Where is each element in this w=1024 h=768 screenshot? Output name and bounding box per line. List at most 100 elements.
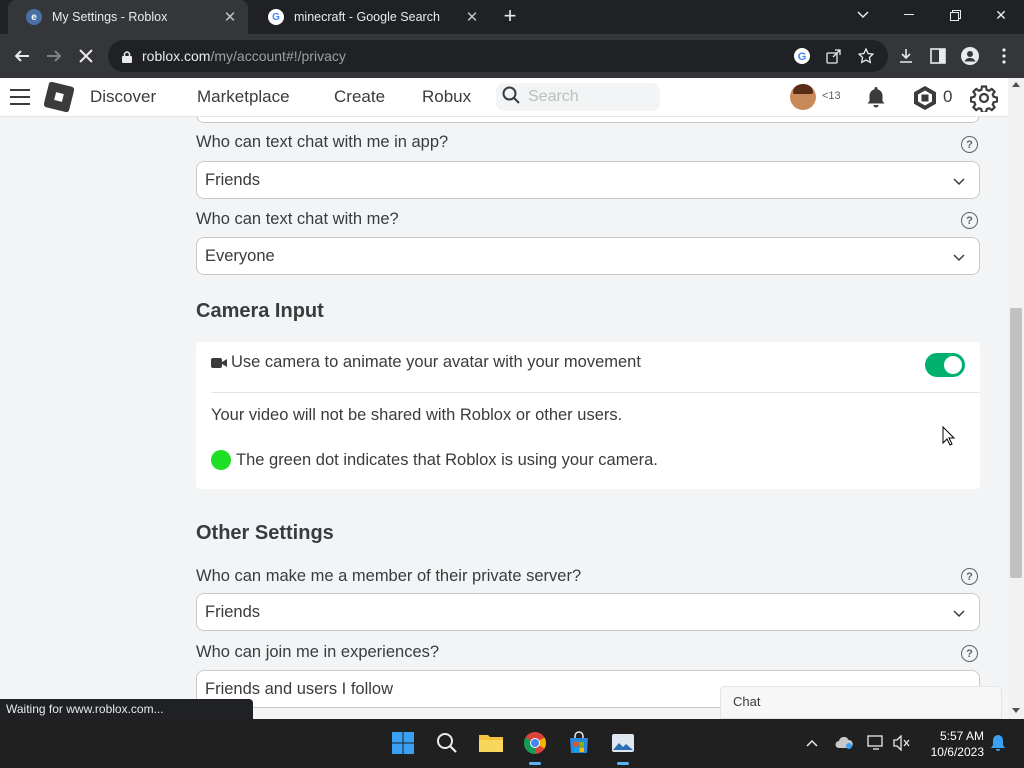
private-server-label: Who can make me a member of their privat… [196, 567, 582, 585]
hamburger-menu-icon[interactable] [10, 89, 30, 105]
url-text: roblox.com/my/account#!/privacy [142, 48, 346, 64]
new-tab-button[interactable]: + [500, 5, 520, 28]
help-icon[interactable]: ? [961, 568, 978, 585]
chat-dropdown[interactable]: Everyone [196, 237, 980, 275]
chat-label: Chat [733, 694, 761, 709]
camera-toggle-switch[interactable] [925, 353, 965, 377]
robux-icon[interactable] [912, 85, 938, 111]
scroll-down-arrow-icon[interactable] [1012, 708, 1020, 713]
nav-discover[interactable]: Discover [90, 87, 156, 107]
download-icon[interactable] [896, 46, 916, 66]
show-hidden-icons-chevron-icon[interactable] [802, 733, 822, 753]
bookmark-star-icon[interactable] [856, 46, 876, 66]
url-path: /my/account#!/privacy [210, 48, 346, 64]
share-icon[interactable] [824, 46, 844, 66]
dropdown-value: Everyone [205, 246, 275, 265]
nav-create[interactable]: Create [334, 87, 385, 107]
file-explorer-icon[interactable] [477, 729, 505, 757]
scrollbar-thumb[interactable] [1010, 308, 1022, 578]
minimize-button[interactable] [886, 0, 932, 30]
camera-toggle-label: Use camera to animate your avatar with y… [231, 353, 641, 371]
roblox-logo[interactable] [43, 81, 75, 113]
join-label: Who can join me in experiences? [196, 643, 440, 661]
help-icon[interactable]: ? [961, 212, 978, 229]
chevron-down-icon [953, 173, 965, 186]
camera-privacy-note: Your video will not be shared with Roblo… [211, 406, 623, 424]
onedrive-icon[interactable] [834, 733, 854, 753]
clock-time: 5:57 AM [939, 729, 984, 743]
tab-minecraft-search[interactable]: G minecraft - Google Search ✕ [250, 0, 490, 34]
avatar[interactable] [790, 84, 816, 110]
chrome-taskbar-icon[interactable] [521, 729, 549, 765]
google-favicon-icon: G [268, 9, 284, 25]
dropdown-value: Friends [205, 602, 261, 621]
robux-balance[interactable]: 0 [943, 87, 952, 107]
green-dot-icon [211, 450, 231, 470]
browser-menu-icon[interactable] [994, 46, 1014, 66]
lock-icon [122, 50, 132, 63]
restore-button[interactable] [932, 0, 978, 30]
mouse-cursor-icon [942, 425, 956, 446]
chat-app-dropdown[interactable]: Friends [196, 161, 980, 199]
close-tab-icon[interactable]: ✕ [222, 8, 238, 26]
svg-text:G: G [798, 51, 807, 63]
previous-dropdown-fragment[interactable] [196, 117, 980, 123]
browser-tab-strip: e My Settings - Roblox ✕ G minecraft - G… [0, 0, 1024, 34]
privacy-settings-content: Who can text chat with me in app? ? Frie… [0, 117, 1008, 709]
profile-icon[interactable] [960, 46, 980, 66]
forward-arrow-icon[interactable] [42, 44, 66, 68]
volume-muted-icon[interactable] [892, 733, 912, 753]
microsoft-store-icon[interactable] [565, 729, 593, 757]
settings-gear-icon[interactable] [969, 84, 999, 114]
tab-title: My Settings - Roblox [52, 10, 168, 24]
green-dot-note: The green dot indicates that Roblox is u… [236, 450, 658, 469]
browser-status-bubble: Waiting for www.roblox.com... [0, 699, 253, 721]
taskbar-search-icon[interactable] [433, 729, 461, 757]
nav-robux[interactable]: Robux [422, 87, 471, 107]
windows-taskbar: 5:57 AM 10/6/2023 [0, 719, 1024, 768]
nav-marketplace[interactable]: Marketplace [197, 87, 290, 107]
chevron-down-icon [953, 249, 965, 262]
divider [211, 392, 980, 393]
camera-toggle-row: Use camera to animate your avatar with y… [211, 353, 641, 372]
taskbar-clock[interactable]: 5:57 AM 10/6/2023 [920, 728, 984, 760]
stop-loading-icon[interactable] [74, 44, 98, 68]
chat-bar[interactable]: Chat [720, 686, 1002, 719]
dropdown-value: Friends [205, 170, 261, 189]
help-icon[interactable]: ? [961, 645, 978, 662]
address-bar[interactable]: roblox.com/my/account#!/privacy G [108, 40, 888, 72]
url-host: roblox.com [142, 48, 211, 64]
search-box [496, 83, 660, 111]
close-tab-icon[interactable]: ✕ [464, 8, 480, 26]
tab-title: minecraft - Google Search [294, 10, 440, 24]
close-window-button[interactable]: ✕ [978, 0, 1024, 30]
green-dot-row: The green dot indicates that Roblox is u… [211, 450, 658, 470]
roblox-header: Discover Marketplace Create Robux <13 0 [0, 78, 1010, 117]
clock-date: 10/6/2023 [930, 745, 984, 759]
side-panel-icon[interactable] [928, 46, 948, 66]
windows-start-icon[interactable] [389, 729, 417, 757]
scroll-up-arrow-icon[interactable] [1012, 82, 1020, 87]
chat-label: Who can text chat with me? [196, 210, 399, 228]
notification-bell-icon[interactable] [864, 85, 888, 109]
back-arrow-icon[interactable] [10, 44, 34, 68]
dropdown-value: Friends and users I follow [205, 679, 394, 698]
private-server-dropdown[interactable]: Friends [196, 593, 980, 631]
video-camera-icon [211, 357, 227, 369]
chat-app-label: Who can text chat with me in app? [196, 133, 449, 151]
roblox-favicon-icon: e [26, 9, 42, 25]
camera-input-card: Use camera to animate your avatar with y… [196, 342, 980, 489]
other-settings-title: Other Settings [196, 522, 334, 544]
age-badge: <13 [822, 90, 841, 102]
network-icon[interactable] [866, 733, 886, 753]
image-viewer-icon[interactable] [609, 729, 637, 765]
search-input[interactable] [528, 88, 648, 106]
tab-my-settings[interactable]: e My Settings - Roblox ✕ [8, 0, 248, 34]
browser-toolbar: roblox.com/my/account#!/privacy G [0, 34, 1024, 78]
chevron-down-icon [953, 605, 965, 618]
tab-search-chevron-icon[interactable] [840, 0, 886, 30]
help-icon[interactable]: ? [961, 136, 978, 153]
page-scrollbar[interactable] [1008, 78, 1024, 719]
notification-center-icon[interactable] [988, 733, 1008, 753]
google-lens-icon[interactable]: G [792, 46, 812, 66]
